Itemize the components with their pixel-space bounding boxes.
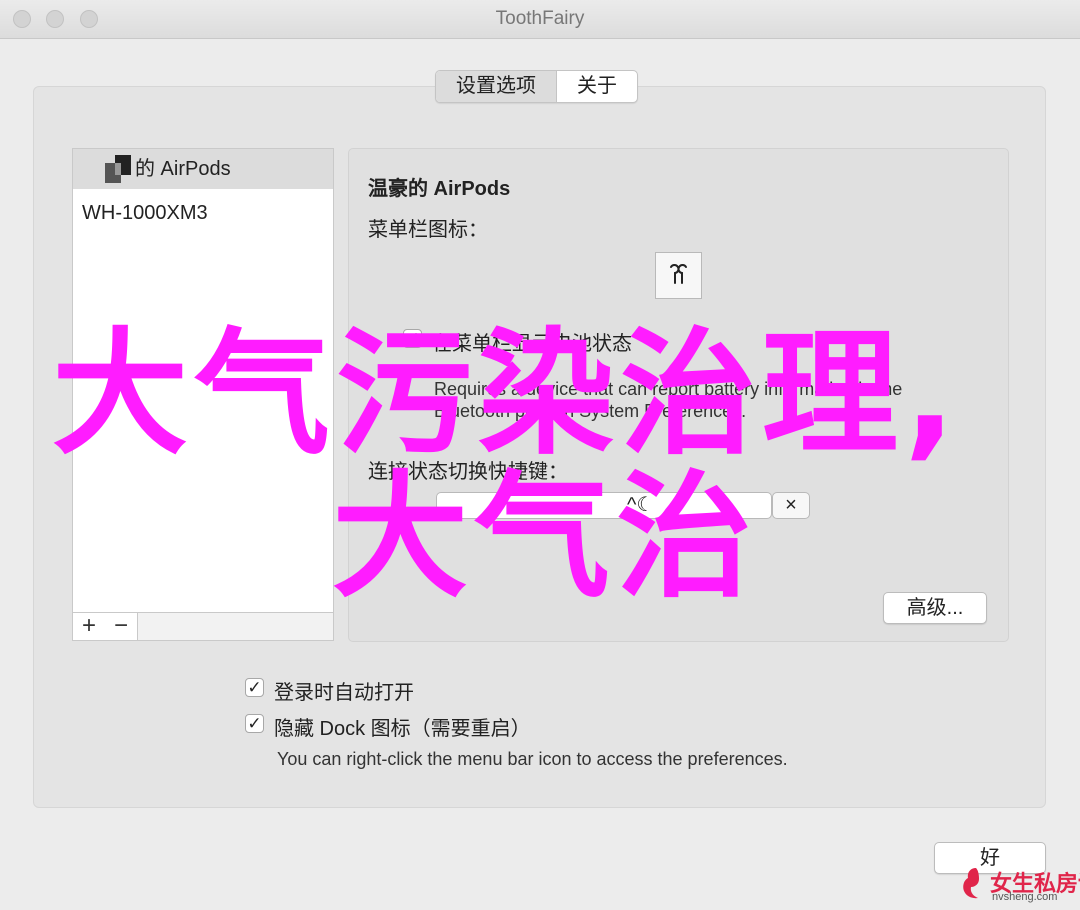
device-row-airpods[interactable]: 的 AirPods bbox=[73, 149, 333, 189]
hide-dock-label: 隐藏 Dock 图标（需要重启） bbox=[274, 718, 531, 740]
battery-note-line2: Bluetooth pane in System Preferences. bbox=[434, 401, 747, 421]
add-device-button[interactable]: + bbox=[73, 613, 106, 640]
advanced-button[interactable]: 高级... bbox=[883, 592, 987, 624]
shortcut-label: 连接状态切换快捷键： bbox=[368, 461, 568, 483]
shortcut-recorder-field[interactable]: ^☾ bbox=[436, 492, 772, 519]
tab-settings[interactable]: 设置选项 bbox=[436, 71, 557, 102]
battery-status-label: 在菜单栏显示电池状态 bbox=[432, 333, 632, 355]
list-toolbar: + − bbox=[72, 612, 334, 641]
device-name: WH-1000XM3 bbox=[82, 202, 208, 224]
device-name: 的 AirPods bbox=[135, 158, 231, 180]
hide-dock-checkbox[interactable]: ✓ bbox=[245, 714, 264, 733]
logo-url: nvsheng.com bbox=[992, 891, 1058, 903]
woman-silhouette-icon bbox=[963, 868, 979, 899]
battery-note-line1: Requires a device that can report batter… bbox=[434, 379, 903, 399]
site-logo: 女生私房话 nvsheng.com bbox=[958, 864, 1080, 904]
tab-about[interactable]: 关于 bbox=[557, 71, 637, 102]
clear-shortcut-button[interactable]: × bbox=[772, 492, 810, 519]
menubar-icon-well[interactable] bbox=[655, 252, 702, 299]
menubar-icon-label: 菜单栏图标： bbox=[368, 219, 488, 241]
device-thumbnail-icon bbox=[105, 155, 131, 183]
open-at-login-label: 登录时自动打开 bbox=[274, 682, 414, 704]
preferences-hint: You can right-click the menu bar icon to… bbox=[277, 749, 788, 769]
device-row-wh1000xm3[interactable]: WH-1000XM3 bbox=[73, 193, 333, 233]
battery-status-checkbox[interactable]: ✓ bbox=[403, 329, 422, 348]
airpods-icon bbox=[670, 264, 687, 284]
tab-bar: 设置选项 关于 bbox=[435, 70, 638, 103]
device-detail-title: 温豪的 AirPods bbox=[368, 178, 511, 200]
device-list: 的 AirPods WH-1000XM3 bbox=[72, 148, 334, 613]
remove-device-button[interactable]: − bbox=[105, 613, 138, 640]
open-at-login-checkbox[interactable]: ✓ bbox=[245, 678, 264, 697]
window-title: ToothFairy bbox=[495, 8, 585, 29]
title-bar: ToothFairy bbox=[0, 0, 1080, 39]
